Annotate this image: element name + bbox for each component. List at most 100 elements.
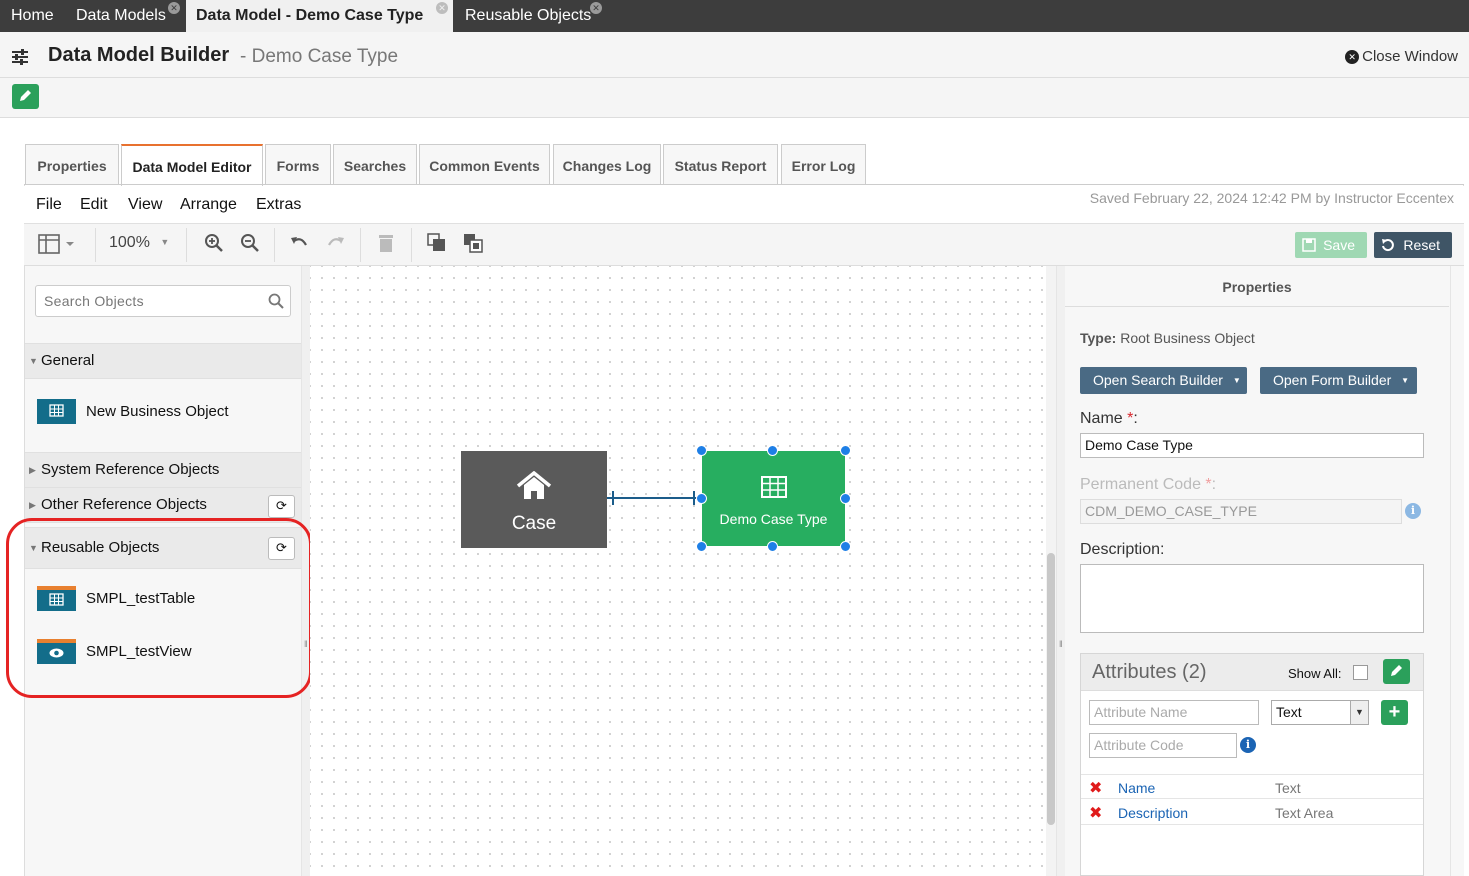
top-tab-data-models[interactable]: Data Models ✕ (76, 0, 180, 32)
resize-handle[interactable] (840, 493, 851, 504)
section-system-reference-objects[interactable]: ▶ System Reference Objects (25, 452, 301, 488)
open-form-builder-button[interactable]: Open Form Builder ▼ (1260, 367, 1417, 394)
refresh-button[interactable]: ⟳ (268, 495, 295, 518)
close-tab-icon[interactable]: ✕ (168, 2, 180, 14)
tab-properties[interactable]: Properties (25, 144, 119, 184)
name-field[interactable]: Demo Case Type (1080, 433, 1424, 458)
chevron-down-icon: ▼ (1350, 701, 1368, 724)
zoom-out-icon[interactable] (240, 233, 260, 253)
trash-icon[interactable] (377, 233, 395, 253)
undo-icon[interactable] (289, 233, 309, 253)
properties-panel: Properties Type: Root Business Object Op… (1065, 266, 1464, 876)
resize-handle[interactable] (767, 541, 778, 552)
attribute-name-input[interactable]: Attribute Name (1089, 700, 1259, 725)
open-search-builder-button[interactable]: Open Search Builder ▼ (1080, 367, 1247, 394)
add-attribute-button[interactable]: + (1381, 700, 1408, 725)
resize-handle[interactable] (696, 541, 707, 552)
menu-arrange[interactable]: Arrange (180, 196, 237, 214)
reset-label: Reset (1403, 237, 1440, 253)
search-objects-input[interactable]: Search Objects (35, 285, 291, 317)
type-label: Type: (1080, 330, 1117, 346)
tab-changes-log[interactable]: Changes Log (553, 144, 661, 184)
menu-extras[interactable]: Extras (256, 196, 301, 214)
permanent-code-label: Permanent Code *: (1080, 476, 1217, 493)
zoom-select[interactable]: 100% ▼ (109, 234, 169, 252)
toolbar-separator (274, 228, 275, 262)
properties-scrollbar[interactable] (1450, 266, 1464, 876)
refresh-icon: ⟳ (276, 498, 287, 513)
redo-icon[interactable] (326, 233, 346, 253)
node-case[interactable]: Case (461, 451, 607, 548)
right-splitter[interactable]: ‖ (1056, 266, 1065, 876)
section-label: Other Reference Objects (41, 496, 207, 513)
diagram-canvas[interactable] (310, 266, 1046, 876)
required-marker: * (1205, 476, 1212, 493)
caret-right-icon: ▶ (29, 500, 36, 510)
search-icon[interactable] (268, 293, 284, 309)
tab-forms[interactable]: Forms (265, 144, 331, 184)
button-label: Open Form Builder (1273, 372, 1392, 388)
save-button[interactable]: Save (1295, 232, 1367, 258)
tab-common-events[interactable]: Common Events (419, 144, 550, 184)
bring-to-front-icon[interactable] (427, 233, 447, 253)
tab-searches[interactable]: Searches (333, 144, 417, 184)
zoom-in-icon[interactable] (204, 233, 224, 253)
scrollbar-thumb[interactable] (1047, 553, 1055, 825)
node-label: Demo Case Type (719, 511, 828, 527)
close-window-button[interactable]: ✕ Close Window (1345, 48, 1458, 65)
canvas-scrollbar[interactable] (1046, 266, 1056, 876)
section-general[interactable]: ▼ General (25, 343, 301, 379)
attribute-code-input[interactable]: Attribute Code (1089, 733, 1237, 758)
attribute-type: Text Area (1275, 805, 1334, 821)
send-to-back-icon[interactable] (463, 233, 483, 253)
saved-status: Saved February 22, 2024 12:42 PM by Inst… (1089, 190, 1454, 206)
info-icon[interactable]: i (1240, 737, 1256, 753)
show-all-checkbox[interactable] (1353, 665, 1368, 680)
menu-file[interactable]: File (36, 196, 62, 214)
top-tab-data-model[interactable]: Data Model - Demo Case Type ✕ (186, 0, 453, 32)
sliders-icon[interactable] (11, 49, 29, 65)
attribute-name-link[interactable]: Name (1118, 780, 1155, 796)
reset-button[interactable]: Reset (1374, 232, 1452, 258)
close-tab-icon[interactable]: ✕ (436, 2, 448, 14)
edit-button[interactable] (12, 84, 39, 109)
resize-handle[interactable] (840, 445, 851, 456)
description-field[interactable] (1080, 564, 1424, 633)
action-bar (0, 78, 1469, 118)
splitter-grip-icon: ‖ (1059, 639, 1063, 649)
node-demo-case-type[interactable]: Demo Case Type (702, 451, 845, 546)
table-icon (37, 399, 76, 424)
type-value: Root Business Object (1120, 330, 1255, 346)
top-tab-home[interactable]: Home (11, 0, 54, 32)
resize-handle[interactable] (767, 445, 778, 456)
menu-edit[interactable]: Edit (80, 196, 108, 214)
delete-icon[interactable]: ✖ (1089, 778, 1102, 798)
page-subtitle: - Demo Case Type (240, 46, 399, 67)
tab-error-log[interactable]: Error Log (781, 144, 866, 184)
resize-handle[interactable] (696, 493, 707, 504)
panel-layout-icon[interactable] (38, 234, 76, 254)
required-marker: * (1127, 410, 1134, 427)
menu-bar: File Edit View Arrange Extras Saved Febr… (24, 186, 1464, 224)
top-tab-label: Data Model - Demo Case Type (196, 7, 424, 24)
section-label: General (41, 352, 95, 369)
attribute-type-select[interactable]: Text ▼ (1271, 700, 1369, 725)
info-icon[interactable]: i (1405, 503, 1421, 519)
toolbar-separator (411, 228, 412, 262)
permanent-code-field: CDM_DEMO_CASE_TYPE (1080, 499, 1402, 524)
relationship-connector[interactable] (606, 488, 703, 510)
tab-data-model-editor[interactable]: Data Model Editor (121, 144, 263, 186)
resize-handle[interactable] (840, 541, 851, 552)
page-title: Data Model Builder (48, 44, 230, 66)
tab-status-report[interactable]: Status Report (663, 144, 778, 184)
menu-view[interactable]: View (128, 196, 162, 214)
top-tab-reusable-objects[interactable]: Reusable Objects ✕ (465, 0, 602, 32)
delete-icon[interactable]: ✖ (1089, 803, 1102, 823)
button-label: Open Search Builder (1093, 372, 1223, 388)
select-value: Text (1276, 704, 1302, 720)
edit-attributes-button[interactable] (1383, 659, 1410, 684)
resize-handle[interactable] (696, 445, 707, 456)
attribute-name-link[interactable]: Description (1118, 805, 1188, 821)
close-tab-icon[interactable]: ✕ (590, 2, 602, 14)
table-icon (761, 476, 787, 498)
